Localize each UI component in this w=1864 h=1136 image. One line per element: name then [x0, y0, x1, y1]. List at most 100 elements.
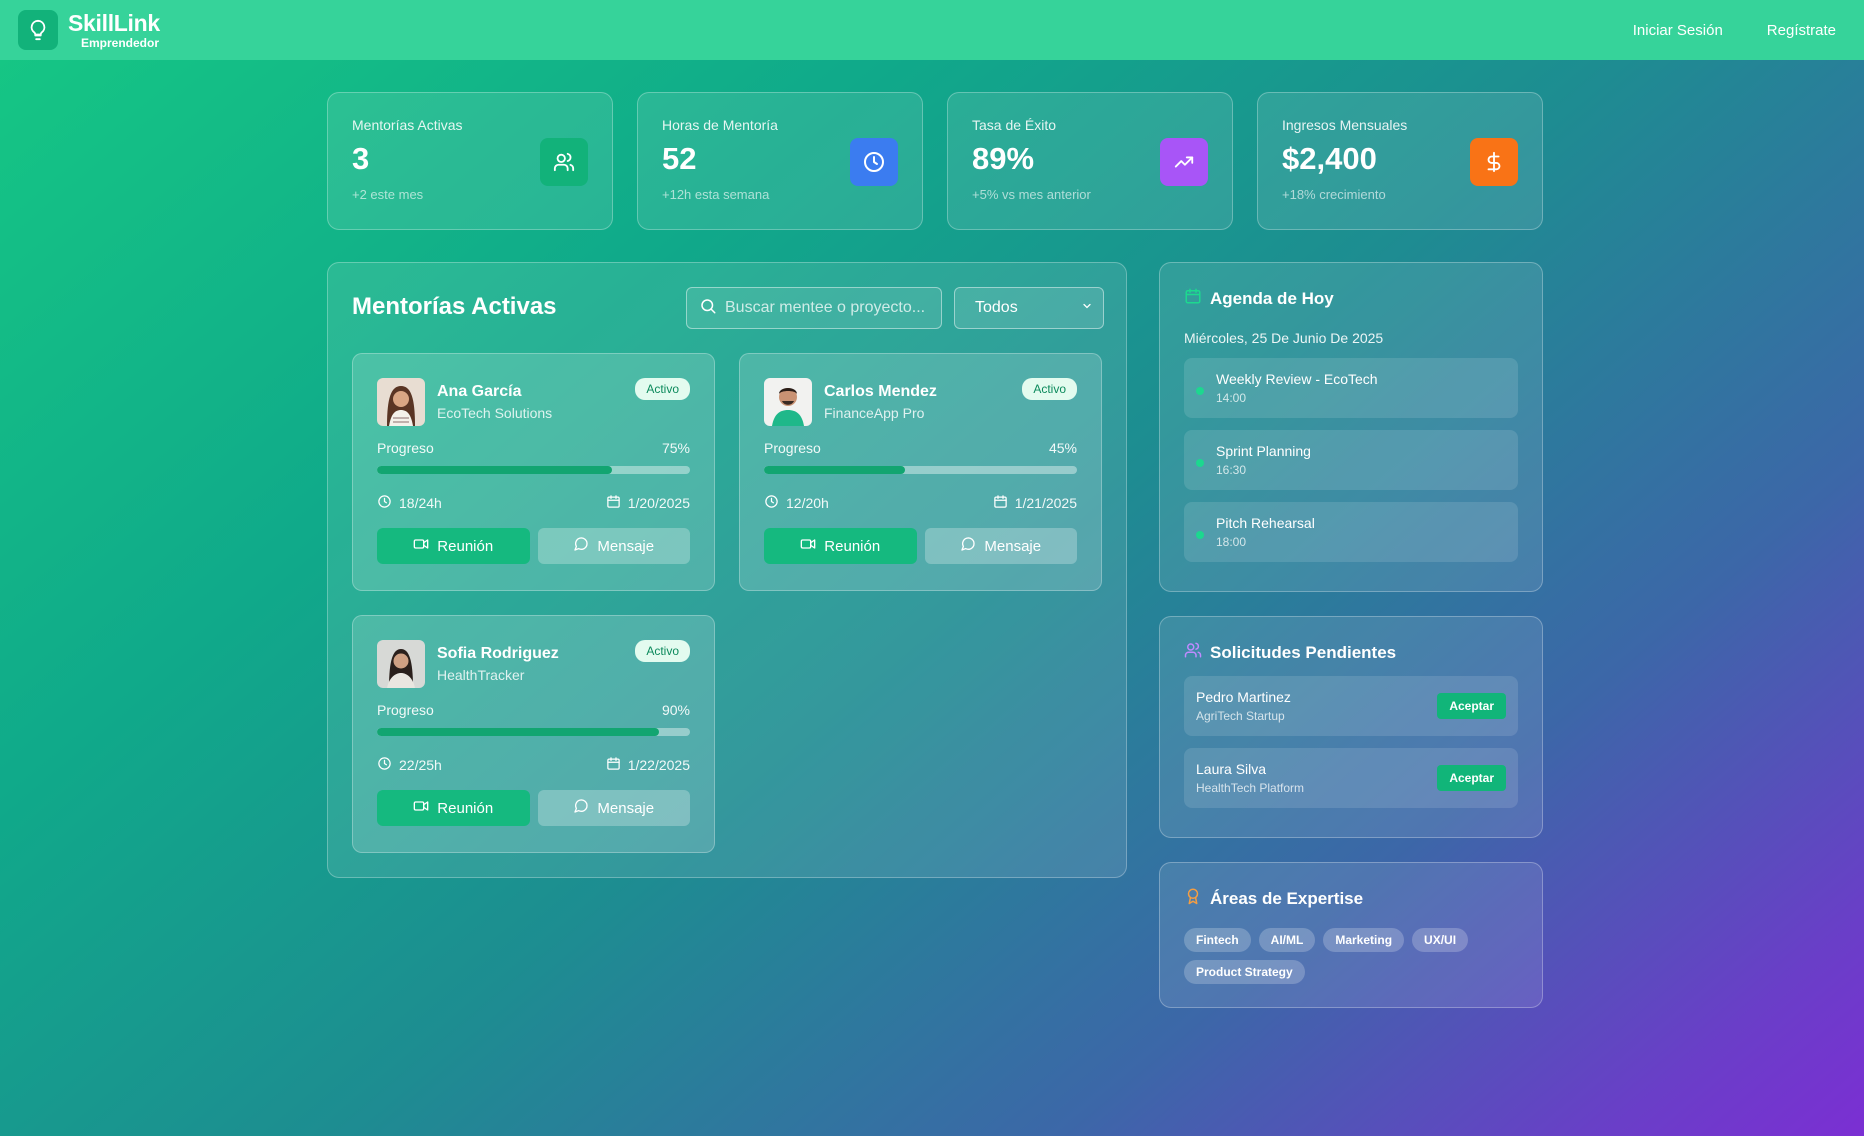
calendar-icon: [993, 494, 1008, 512]
meeting-button-label: Reunión: [437, 537, 494, 555]
chevron-down-icon: [1081, 299, 1093, 317]
status-filter-select[interactable]: Todos: [954, 287, 1104, 329]
progress-bar-fill: [377, 728, 659, 736]
calendar-icon: [606, 756, 621, 774]
status-dot: [1196, 387, 1204, 395]
mentee-company: FinanceApp Pro: [824, 405, 925, 421]
stat-card-mentoring-hours: Horas de Mentoría 52 +12h esta semana: [637, 92, 923, 230]
meeting-button[interactable]: Reunión: [377, 528, 530, 564]
panel-title: Mentorías Activas: [352, 293, 557, 320]
expertise-tags: Fintech AI/ML Marketing UX/UI Product St…: [1184, 928, 1484, 984]
next-session-date: 1/20/2025: [627, 495, 690, 511]
expertise-tag[interactable]: AI/ML: [1258, 928, 1316, 952]
expertise-tag[interactable]: Product Strategy: [1184, 960, 1305, 984]
request-item: Laura Silva HealthTech Platform Aceptar: [1184, 748, 1518, 808]
requests-title: Solicitudes Pendientes: [1210, 642, 1397, 662]
search-icon: [699, 297, 717, 320]
stat-label: Tasa de Éxito: [972, 117, 1057, 133]
clock-icon: [377, 494, 392, 512]
agenda-item-time: 16:30: [1216, 463, 1247, 477]
calendar-icon: [1184, 287, 1202, 310]
mentee-company: HealthTracker: [437, 667, 525, 683]
stat-card-success-rate: Tasa de Éxito 89% +5% vs mes anterior: [947, 92, 1233, 230]
mentee-card: Ana García EcoTech Solutions Activo Prog…: [352, 353, 715, 591]
agenda-item-title: Pitch Rehearsal: [1216, 515, 1315, 531]
hours-value: 18/24h: [399, 495, 442, 511]
hours-value: 12/20h: [786, 495, 829, 511]
message-icon: [573, 536, 589, 556]
calendar-icon: [606, 494, 621, 512]
avatar: [764, 378, 812, 426]
message-button-label: Mensaje: [597, 799, 655, 817]
avatar: [377, 640, 425, 688]
progress-bar: [764, 466, 1077, 474]
stat-change: +5% vs mes anterior: [972, 187, 1091, 202]
avatar: [377, 378, 425, 426]
expertise-tag[interactable]: UX/UI: [1412, 928, 1469, 952]
accept-button[interactable]: Aceptar: [1437, 693, 1506, 719]
request-name: Laura Silva: [1196, 761, 1267, 777]
mentee-card: Carlos Mendez FinanceApp Pro Activo Prog…: [739, 353, 1102, 591]
message-button[interactable]: Mensaje: [537, 528, 690, 564]
status-badge: Activo: [1022, 378, 1077, 400]
request-item: Pedro Martinez AgriTech Startup Aceptar: [1184, 676, 1518, 736]
expertise-title: Áreas de Expertise: [1210, 888, 1364, 908]
video-icon: [413, 536, 429, 556]
search-box[interactable]: [686, 287, 942, 329]
next-session-date: 1/22/2025: [627, 757, 690, 773]
login-link[interactable]: Iniciar Sesión: [1633, 22, 1723, 39]
agenda-date: Miércoles, 25 De Junio De 2025: [1184, 330, 1384, 346]
search-input[interactable]: [725, 299, 925, 317]
next-session-date: 1/21/2025: [1014, 495, 1077, 511]
nav-links: Iniciar Sesión Regístrate: [1633, 22, 1836, 39]
request-company: AgriTech Startup: [1196, 709, 1285, 723]
message-button[interactable]: Mensaje: [924, 528, 1077, 564]
progress-label: Progreso: [377, 702, 434, 718]
mentee-card: Sofia Rodriguez HealthTracker Activo Pro…: [352, 615, 715, 853]
stat-change: +18% crecimiento: [1282, 187, 1386, 202]
message-icon: [573, 798, 589, 818]
stat-label: Mentorías Activas: [352, 117, 463, 133]
meeting-button[interactable]: Reunión: [377, 790, 530, 826]
video-icon: [413, 798, 429, 818]
progress-label: Progreso: [764, 440, 821, 456]
expertise-tag[interactable]: Fintech: [1184, 928, 1251, 952]
progress-bar-fill: [377, 466, 612, 474]
register-link[interactable]: Regístrate: [1767, 22, 1836, 39]
progress-bar-fill: [764, 466, 905, 474]
stat-change: +2 este mes: [352, 187, 424, 202]
top-navbar: SkillLink Emprendedor Iniciar Sesión Reg…: [0, 0, 1864, 60]
agenda-item[interactable]: Sprint Planning 16:30: [1184, 430, 1518, 490]
expertise-tag[interactable]: Marketing: [1323, 928, 1405, 952]
filter-value: Todos: [975, 299, 1018, 316]
message-icon: [960, 536, 976, 556]
dollar-icon: [1470, 138, 1518, 186]
stat-card-monthly-income: Ingresos Mensuales $2,400 +18% crecimien…: [1257, 92, 1543, 230]
meeting-button[interactable]: Reunión: [764, 528, 917, 564]
meeting-button-label: Reunión: [437, 799, 494, 817]
progress-value: 75%: [661, 440, 690, 456]
agenda-item-time: 14:00: [1216, 391, 1247, 405]
agenda-item[interactable]: Weekly Review - EcoTech 14:00: [1184, 358, 1518, 418]
brand-name: SkillLink: [68, 9, 160, 36]
brand-subtitle: Emprendedor: [81, 35, 160, 50]
message-button[interactable]: Mensaje: [537, 790, 690, 826]
agenda-item-title: Weekly Review - EcoTech: [1216, 371, 1378, 387]
users-icon: [540, 138, 588, 186]
status-dot: [1196, 459, 1204, 467]
request-name: Pedro Martinez: [1196, 689, 1291, 705]
brand[interactable]: SkillLink Emprendedor: [18, 10, 160, 50]
accept-button[interactable]: Aceptar: [1437, 765, 1506, 791]
agenda-item[interactable]: Pitch Rehearsal 18:00: [1184, 502, 1518, 562]
clock-icon: [764, 494, 779, 512]
hours-value: 22/25h: [399, 757, 442, 773]
stat-change: +12h esta semana: [662, 187, 770, 202]
mentee-name: Carlos Mendez: [824, 383, 937, 400]
agenda-item-title: Sprint Planning: [1216, 443, 1311, 459]
stat-card-active-mentorships: Mentorías Activas 3 +2 este mes: [327, 92, 613, 230]
mentee-name: Ana García: [437, 383, 522, 400]
status-badge: Activo: [635, 378, 690, 400]
clock-icon: [850, 138, 898, 186]
expertise-panel: Áreas de Expertise Fintech AI/ML Marketi…: [1159, 862, 1543, 1008]
status-dot: [1196, 531, 1204, 539]
